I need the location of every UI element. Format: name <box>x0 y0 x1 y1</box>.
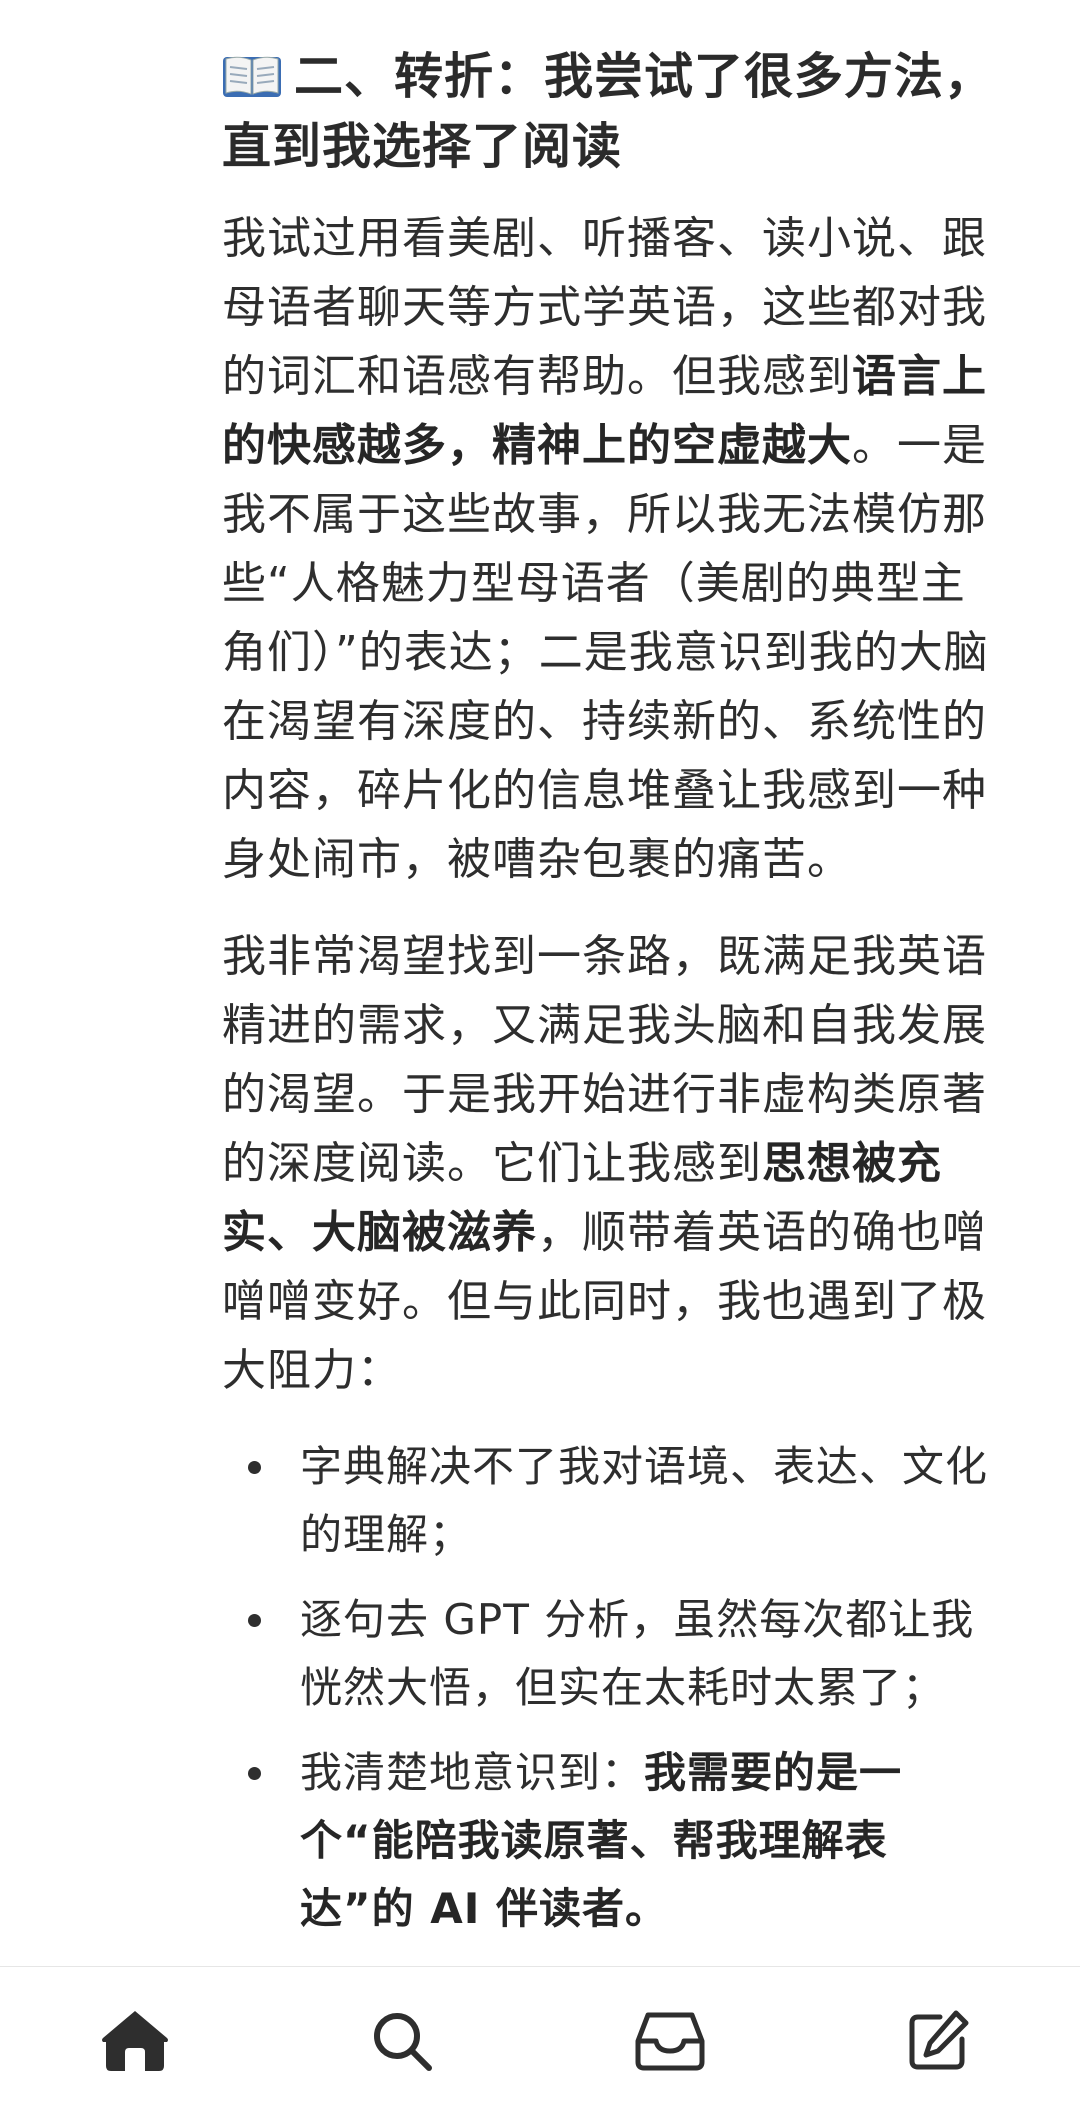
section-heading: 二、转折：我尝试了很多方法，直到我选择了阅读 <box>222 42 1002 182</box>
tab-inbox[interactable] <box>630 2001 710 2081</box>
open-book-icon <box>222 48 282 97</box>
tab-search[interactable] <box>362 2001 442 2081</box>
paragraph-1-text-b: 。一是我不属于这些故事，所以我无法模仿那些“人格魅力型母语者（美剧的典型主角们）… <box>222 420 989 885</box>
article-content: 二、转折：我尝试了很多方法，直到我选择了阅读 我试过用看美剧、听播客、读小说、跟… <box>222 42 1002 1960</box>
home-icon <box>100 2008 170 2074</box>
bottom-tab-bar <box>0 1966 1080 2119</box>
search-icon <box>370 2009 434 2073</box>
tab-home[interactable] <box>95 2001 175 2081</box>
inbox-icon <box>634 2010 706 2072</box>
bullet-dot <box>248 1767 261 1780</box>
bullet-dot <box>248 1461 261 1474</box>
bullet-list: 字典解决不了我对语境、表达、文化的理解； 逐句去 GPT 分析，虽然每次都让我恍… <box>222 1433 1002 1943</box>
compose-icon <box>906 2009 970 2073</box>
bullet-text: 逐句去 GPT 分析，虽然每次都让我恍然大悟，但实在太耗时太累了； <box>300 1595 975 1712</box>
section-title: 二、转折：我尝试了很多方法，直到我选择了阅读 <box>222 48 995 175</box>
paragraph-1: 我试过用看美剧、听播客、读小说、跟母语者聊天等方式学英语，这些都对我的词汇和语感… <box>222 204 1002 894</box>
bullet-dot <box>248 1614 261 1627</box>
bullet-text: 我清楚地意识到： <box>300 1748 645 1797</box>
tab-compose[interactable] <box>898 2001 978 2081</box>
bullet-text: 字典解决不了我对语境、表达、文化的理解； <box>300 1442 989 1559</box>
paragraph-2: 我非常渴望找到一条路，既满足我英语精进的需求，又满足我头脑和自我发展的渴望。于是… <box>222 922 1002 1405</box>
list-item: 字典解决不了我对语境、表达、文化的理解； <box>222 1433 1002 1569</box>
list-item: 我清楚地意识到：我需要的是一个“能陪我读原著、帮我理解表达”的 AI 伴读者。 <box>222 1739 1002 1943</box>
list-item: 逐句去 GPT 分析，虽然每次都让我恍然大悟，但实在太耗时太累了； <box>222 1586 1002 1722</box>
